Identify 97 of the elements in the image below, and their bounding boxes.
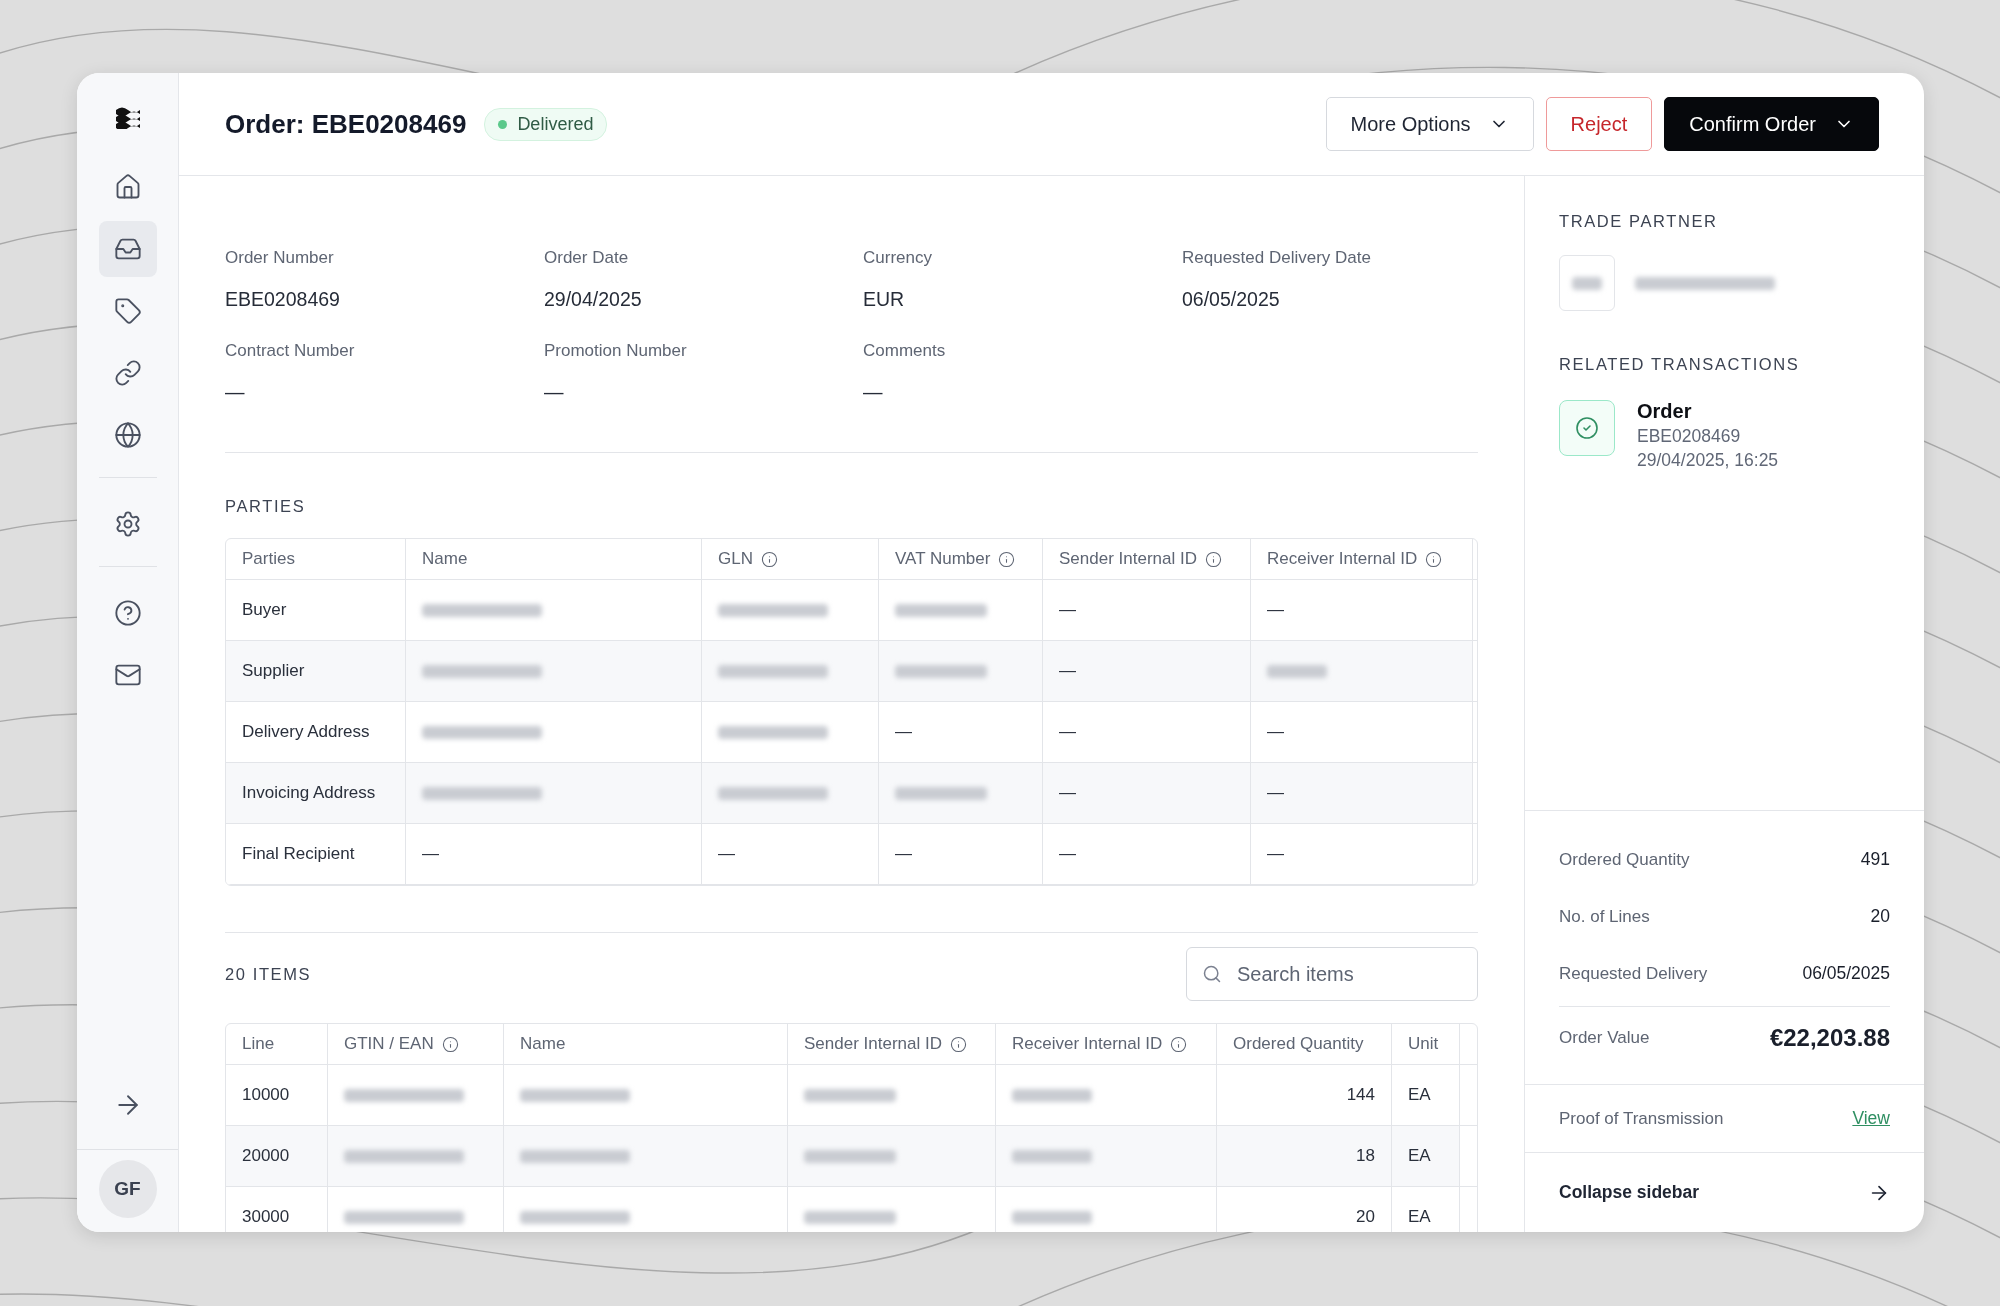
transaction-time: 29/04/2025, 16:25	[1637, 450, 1779, 471]
table-cell: —	[1251, 824, 1473, 885]
search-field[interactable]: Search items	[1186, 947, 1478, 1001]
field-value: EBE0208469	[225, 288, 341, 311]
field-label: Promotion Number	[544, 341, 688, 361]
table-cell: —	[879, 824, 1043, 885]
table-cell: —	[1043, 763, 1251, 824]
blurred-text	[1572, 276, 1602, 290]
field-value: —	[863, 381, 884, 404]
info-icon	[760, 550, 778, 568]
status-dot	[498, 119, 508, 129]
column-label: Sender Internal ID	[1059, 549, 1197, 569]
party-cell: Delivery Address	[226, 702, 406, 763]
table-cell: —	[879, 702, 1043, 763]
column-label: Ordered Quantity	[1233, 1034, 1364, 1054]
party-cell: Supplier	[226, 641, 406, 702]
tag-icon	[113, 297, 142, 325]
reject-button[interactable]: Reject	[1545, 97, 1653, 151]
options-button[interactable]: More Options	[1325, 97, 1534, 151]
party-cell: Invoicing Address	[226, 763, 406, 824]
table-cell: —	[1043, 702, 1251, 763]
summary-value: 20	[1870, 906, 1890, 927]
table-cell: EA	[1392, 1187, 1460, 1232]
table-cell: 20	[1217, 1187, 1392, 1232]
summary-label: Order Value	[1559, 1027, 1650, 1048]
party-cell: Buyer	[226, 580, 406, 641]
summary-label: No. of Lines	[1559, 906, 1650, 927]
help-icon	[113, 599, 142, 627]
field-value: EUR	[863, 288, 906, 311]
column-label: GLN	[718, 549, 753, 569]
column-label: Name	[520, 1034, 566, 1054]
table-cell: —	[1251, 580, 1473, 641]
info-icon	[1425, 550, 1443, 568]
field-label: Comments	[863, 341, 947, 361]
summary-value: €22,203.88	[1769, 1023, 1890, 1052]
info-icon	[998, 550, 1016, 568]
column-label: Unit	[1408, 1034, 1439, 1054]
table-cell: 20000	[226, 1126, 328, 1187]
field-label: Requested Delivery Date	[1182, 248, 1372, 268]
summary-label: Requested Delivery	[1559, 963, 1708, 984]
section-title: 20 ITEMS	[225, 964, 312, 984]
field-value: 06/05/2025	[1182, 288, 1281, 311]
section-title: TRADE PARTNER	[1559, 212, 1719, 231]
field-value: 29/04/2025	[544, 288, 643, 311]
field-value: —	[225, 381, 246, 404]
transaction-title[interactable]: Order	[1637, 400, 1779, 423]
field-label: Contract Number	[225, 341, 356, 361]
column-label: VAT Number	[895, 549, 991, 569]
table-cell: —	[406, 824, 702, 885]
search-icon	[1202, 964, 1222, 984]
table-cell: —	[1043, 580, 1251, 641]
table-cell: 30000	[226, 1187, 328, 1232]
info-icon	[949, 1035, 967, 1053]
table-cell: —	[1043, 641, 1251, 702]
status-badge: Delivered	[484, 107, 608, 141]
info-icon	[1170, 1035, 1188, 1053]
table-cell: —	[1251, 702, 1473, 763]
column-label: Name	[422, 549, 468, 569]
table-cell: 18	[1217, 1126, 1392, 1187]
table-cell: —	[1251, 763, 1473, 824]
user-avatar[interactable]: GF	[98, 1160, 157, 1218]
column-label: GTIN / EAN	[344, 1034, 434, 1054]
column-label: Parties	[242, 549, 295, 569]
field-label: Order Date	[544, 248, 630, 268]
confirm-button[interactable]: Confirm Order	[1664, 97, 1879, 151]
globe-icon	[113, 421, 142, 449]
field-value: —	[544, 381, 565, 404]
page-title: Order: EBE0208469	[225, 108, 467, 140]
summary-value: 491	[1860, 849, 1890, 870]
check-circle-icon	[1575, 416, 1599, 440]
field-label: Currency	[863, 248, 933, 268]
logo-icon	[114, 105, 141, 129]
info-icon	[1204, 550, 1222, 568]
column-label: Receiver Internal ID	[1012, 1034, 1163, 1054]
section-title: PARTIES	[225, 497, 306, 516]
field-label: Order Number	[225, 248, 335, 268]
table-cell: 10000	[226, 1065, 328, 1126]
sidebar-item[interactable]	[98, 221, 157, 277]
blurred-text	[1267, 664, 1327, 678]
proof-label: Proof of Transmission	[1559, 1108, 1724, 1129]
collapse-sidebar-button[interactable]: Collapse sidebar	[1559, 1153, 1890, 1232]
column-label: Sender Internal ID	[804, 1034, 942, 1054]
party-cell: Final Recipient	[226, 824, 406, 885]
table-cell: —	[702, 824, 879, 885]
summary-label: Ordered Quantity	[1559, 849, 1690, 870]
table-cell: 144	[1217, 1065, 1392, 1126]
table-cell: —	[1043, 824, 1251, 885]
info-icon	[441, 1035, 459, 1053]
link-icon	[113, 359, 142, 387]
section-title: RELATED TRANSACTIONS	[1559, 355, 1801, 374]
transaction-id: EBE0208469	[1637, 426, 1742, 447]
column-label: Line	[242, 1034, 275, 1054]
column-label: Receiver Internal ID	[1267, 549, 1418, 569]
view-link[interactable]: View	[1852, 1108, 1890, 1129]
table-cell: EA	[1392, 1126, 1460, 1187]
summary-value: 06/05/2025	[1802, 963, 1890, 984]
table-cell: EA	[1392, 1065, 1460, 1126]
